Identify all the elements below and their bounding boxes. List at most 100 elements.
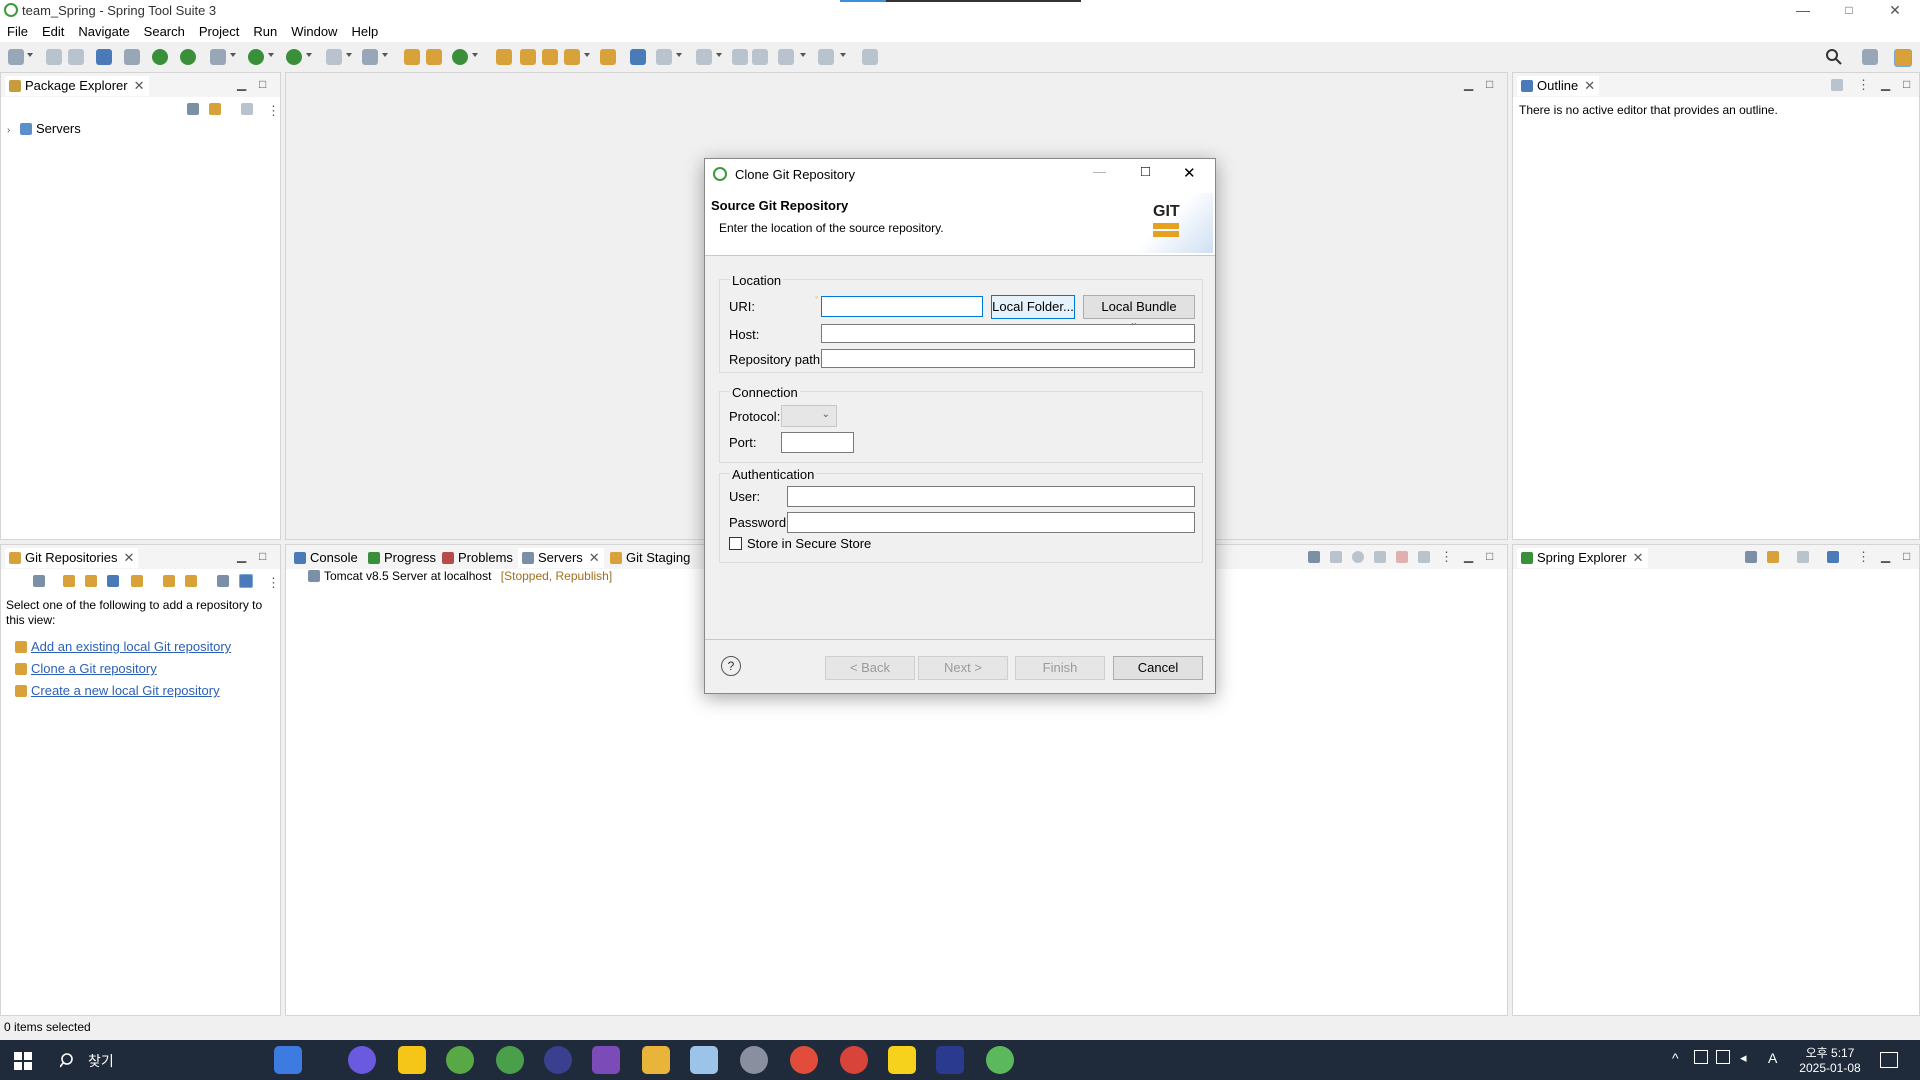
taskbar-spring-icon[interactable] xyxy=(496,1046,524,1074)
menu-file[interactable]: File xyxy=(0,22,35,41)
menu-navigate[interactable]: Navigate xyxy=(71,22,136,41)
previous-annotation-icon[interactable] xyxy=(696,49,712,65)
close-icon[interactable]: ✕ xyxy=(1633,550,1644,565)
chevron-down-icon[interactable] xyxy=(27,53,33,57)
clone-repo-link[interactable]: Clone a Git repository xyxy=(31,661,157,676)
maximize-button[interactable]: □ xyxy=(1826,0,1872,22)
view-menu-icon[interactable]: ⋮ xyxy=(1857,549,1870,565)
tab-problems[interactable]: Problems xyxy=(438,548,517,568)
taskbar-chrome-icon[interactable] xyxy=(790,1046,818,1074)
close-button[interactable]: ✕ xyxy=(1872,0,1918,22)
taskbar-app-icon[interactable] xyxy=(936,1046,964,1074)
last-edit-location-icon[interactable] xyxy=(732,49,748,65)
hierarchical-layout-icon[interactable] xyxy=(217,575,229,587)
link-with-editor-icon[interactable] xyxy=(209,103,221,115)
minimize-view-icon[interactable]: ▁ xyxy=(1881,77,1890,91)
menu-edit[interactable]: Edit xyxy=(35,22,71,41)
local-folder-button[interactable]: Local Folder... xyxy=(991,295,1075,319)
tab-servers[interactable]: Servers ✕ xyxy=(518,548,604,568)
menu-window[interactable]: Window xyxy=(284,22,344,41)
add-existing-repo-link[interactable]: Add an existing local Git repository xyxy=(31,639,231,654)
repository-path-input[interactable] xyxy=(821,349,1195,368)
close-icon[interactable]: ✕ xyxy=(589,550,600,565)
start-server-icon[interactable] xyxy=(152,49,168,65)
collapse-all-icon[interactable] xyxy=(33,575,45,587)
view-menu-icon[interactable]: ⋮ xyxy=(1857,77,1870,93)
taskbar-sticky-notes-icon[interactable] xyxy=(398,1046,426,1074)
tab-git-repositories[interactable]: Git Repositories ✕ xyxy=(5,548,139,568)
password-input[interactable] xyxy=(787,512,1195,533)
create-repo-link[interactable]: Create a new local Git repository xyxy=(31,683,220,698)
new-package-icon[interactable] xyxy=(426,49,442,65)
taskbar-app-icon[interactable] xyxy=(592,1046,620,1074)
pin-editor-icon[interactable] xyxy=(862,49,878,65)
web-browser-icon[interactable] xyxy=(630,49,646,65)
minimize-view-icon[interactable]: ▁ xyxy=(237,549,246,563)
taskbar-app-icon[interactable] xyxy=(690,1046,718,1074)
spring-perspective-icon[interactable] xyxy=(1894,49,1912,67)
taskbar-chrome-icon[interactable] xyxy=(840,1046,868,1074)
next-annotation-icon[interactable] xyxy=(656,49,672,65)
chevron-down-icon[interactable] xyxy=(584,53,590,57)
focus-icon[interactable] xyxy=(1831,79,1843,91)
search-icon[interactable] xyxy=(60,1052,76,1068)
taskbar-spring-icon[interactable] xyxy=(446,1046,474,1074)
protocol-select[interactable]: ⌄ xyxy=(781,405,837,427)
menu-search[interactable]: Search xyxy=(137,22,192,41)
stop-server-icon[interactable] xyxy=(1396,551,1408,563)
clock-time[interactable]: 오후 5:17 xyxy=(1800,1044,1860,1061)
chevron-down-icon[interactable] xyxy=(382,53,388,57)
taskbar-kakaotalk-icon[interactable] xyxy=(888,1046,916,1074)
spring-boot-dashboard-icon[interactable] xyxy=(180,49,196,65)
back-button[interactable]: < Back xyxy=(825,656,915,680)
dialog-maximize-button[interactable]: □ xyxy=(1141,163,1150,180)
new-icon[interactable] xyxy=(8,49,24,65)
focus-icon[interactable] xyxy=(241,103,253,115)
debug-server-icon[interactable] xyxy=(1330,551,1342,563)
console-icon[interactable] xyxy=(96,49,112,65)
chevron-down-icon[interactable] xyxy=(840,53,846,57)
next-button[interactable]: Next > xyxy=(918,656,1008,680)
dialog-minimize-button[interactable]: — xyxy=(1093,164,1106,179)
taskbar-eclipse-icon[interactable] xyxy=(544,1046,572,1074)
close-icon[interactable]: ✕ xyxy=(134,78,145,93)
stop-icon[interactable] xyxy=(326,49,342,65)
open-type-icon[interactable] xyxy=(496,49,512,65)
open-folder-icon[interactable] xyxy=(600,49,616,65)
windows-start-icon[interactable] xyxy=(14,1052,32,1070)
coverage-icon[interactable] xyxy=(362,49,378,65)
link-with-selection-icon[interactable] xyxy=(185,575,197,587)
user-input[interactable] xyxy=(787,486,1195,507)
maximize-view-icon[interactable]: □ xyxy=(259,549,266,563)
view-menu-icon[interactable]: ⋮ xyxy=(267,575,280,591)
open-resource-icon[interactable] xyxy=(542,49,558,65)
network-icon[interactable] xyxy=(1694,1050,1708,1064)
taskbar-file-explorer-icon[interactable] xyxy=(642,1046,670,1074)
search-icon[interactable] xyxy=(1825,48,1843,66)
view-menu-icon[interactable]: ⋮ xyxy=(1440,549,1453,565)
secure-store-checkbox[interactable] xyxy=(729,537,742,550)
close-icon[interactable]: ✕ xyxy=(123,550,134,565)
maximize-view-icon[interactable]: □ xyxy=(1486,77,1493,91)
maximize-view-icon[interactable]: □ xyxy=(1903,77,1910,91)
search-toolbar-icon[interactable] xyxy=(564,49,580,65)
chevron-right-icon[interactable]: › xyxy=(7,125,10,136)
tab-git-staging[interactable]: Git Staging xyxy=(606,548,694,568)
maximize-view-icon[interactable]: □ xyxy=(259,77,266,91)
tab-package-explorer[interactable]: Package Explorer ✕ xyxy=(5,76,149,96)
collapse-all-icon[interactable] xyxy=(1745,551,1757,563)
collapse-all-icon[interactable] xyxy=(1308,551,1320,563)
taskbar-spring-icon[interactable] xyxy=(986,1046,1014,1074)
ime-indicator[interactable]: A xyxy=(1768,1050,1777,1066)
chevron-down-icon[interactable] xyxy=(716,53,722,57)
git-label-icon[interactable] xyxy=(239,574,253,588)
maximize-view-icon[interactable]: □ xyxy=(1486,549,1493,563)
host-input[interactable] xyxy=(821,324,1195,343)
save-all-icon[interactable] xyxy=(68,49,84,65)
new-repository-icon[interactable] xyxy=(131,575,143,587)
menu-help[interactable]: Help xyxy=(344,22,385,41)
finish-button[interactable]: Finish xyxy=(1015,656,1105,680)
minimize-view-icon[interactable]: ▁ xyxy=(1881,549,1890,563)
last-edit-forward-icon[interactable] xyxy=(752,49,768,65)
tab-console[interactable]: Console xyxy=(290,548,362,568)
